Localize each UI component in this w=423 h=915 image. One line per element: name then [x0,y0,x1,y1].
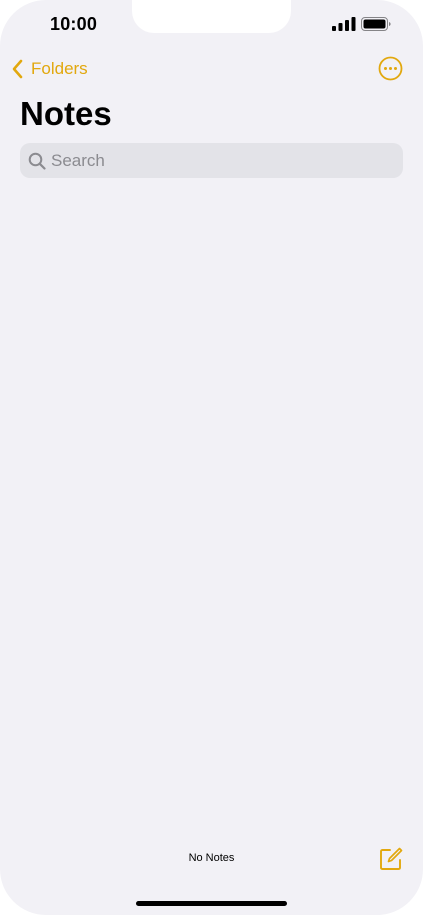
back-button[interactable]: Folders [10,56,88,82]
compose-icon[interactable] [378,846,404,872]
battery-icon [361,17,391,31]
phone-screen: 10:00 Folders Notes No Notes [0,0,423,915]
cellular-signal-icon [332,17,356,31]
search-input[interactable] [51,150,391,171]
magnifying-glass-icon [28,152,46,170]
home-indicator [136,901,287,906]
page-title: Notes [20,95,112,132]
note-count-label: No Notes [188,852,235,864]
back-button-label: Folders [31,59,88,78]
status-time: 10:00 [50,14,98,34]
ellipsis-circle-icon[interactable] [378,56,403,81]
chevron-left-icon [12,59,23,79]
camera-notch [132,0,291,33]
search-field[interactable] [20,143,403,178]
